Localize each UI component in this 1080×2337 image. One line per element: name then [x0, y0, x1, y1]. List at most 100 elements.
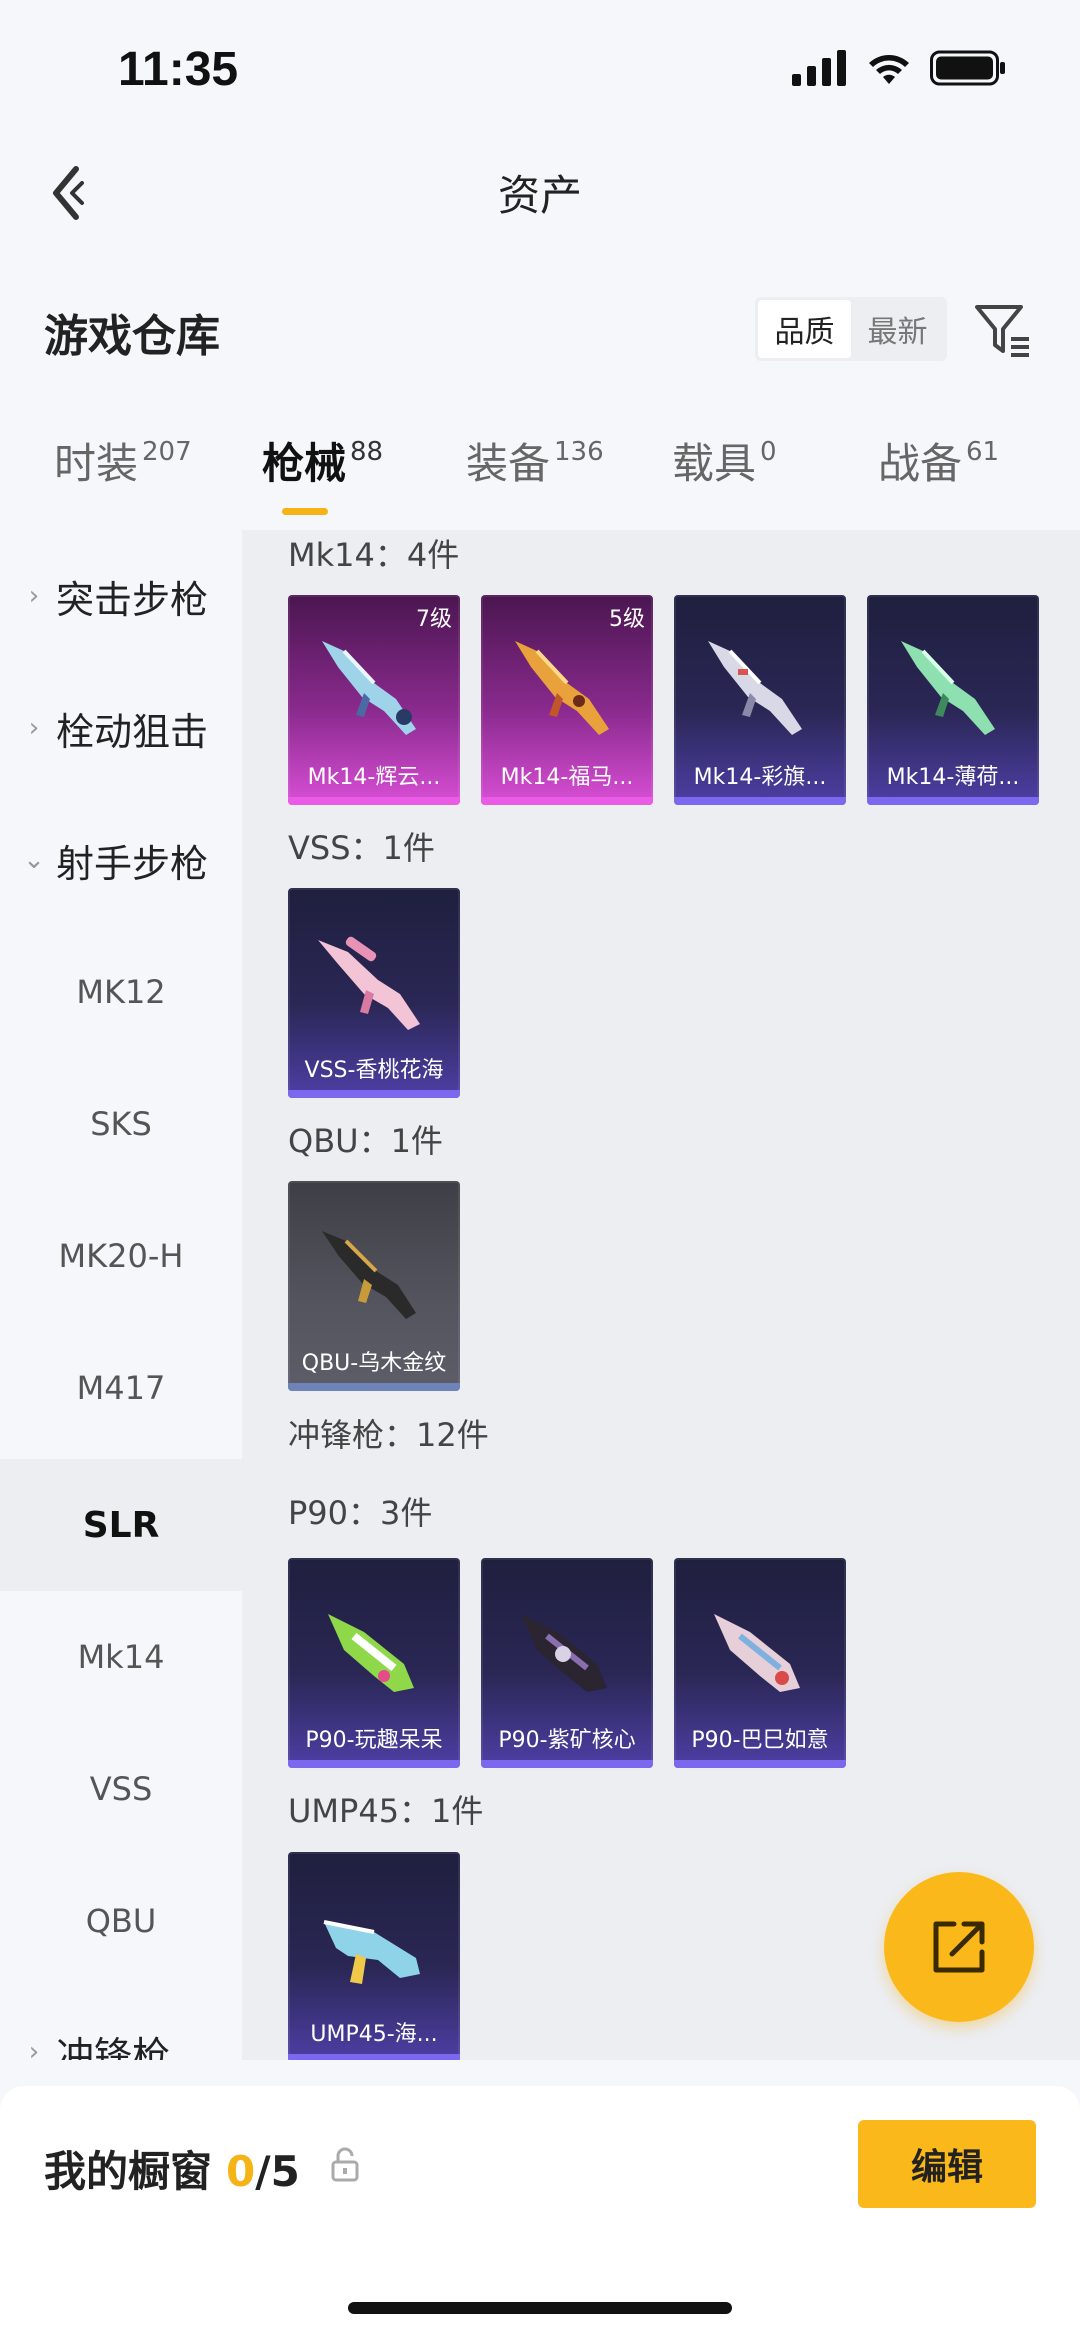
tab-count: 0: [760, 437, 777, 467]
item-card[interactable]: 7级 Mk14-辉云...: [288, 595, 460, 805]
sidebar-item-label: 突击步枪: [56, 577, 209, 622]
sort-toggle: 品质 最新: [755, 297, 947, 361]
rifle-icon: [322, 1231, 416, 1319]
item-name: UMP45-海...: [310, 2022, 438, 2047]
lock-icon: [331, 2147, 359, 2182]
tab-count: 207: [142, 437, 192, 467]
share-icon: [933, 1921, 985, 1973]
section-title: Mk14：4件: [288, 536, 460, 574]
item-card[interactable]: VSS-香桃花海: [288, 888, 460, 1098]
item-card[interactable]: UMP45-海...: [288, 1852, 460, 2060]
rifle-icon: [708, 641, 802, 735]
sidebar-item-smg[interactable]: › 冲锋枪: [0, 1986, 242, 2061]
smg-icon: [328, 1614, 414, 1692]
edit-button[interactable]: 编辑: [858, 2120, 1036, 2208]
tab-firearms[interactable]: 枪械 88: [262, 430, 383, 491]
tab-combat-gear[interactable]: 战备 61: [878, 430, 999, 491]
tab-count: 88: [350, 437, 384, 467]
section-title: UMP45：1件: [288, 1792, 484, 1830]
active-tab-indicator: [282, 508, 328, 515]
tab-label: 装备: [466, 439, 551, 488]
tab-count: 61: [966, 437, 1000, 467]
smg-icon: [714, 1614, 800, 1692]
sort-option-quality[interactable]: 品质: [758, 300, 851, 358]
header: 资产: [0, 140, 1080, 250]
item-card[interactable]: QBU-乌木金纹: [288, 1181, 460, 1391]
showcase-count: 0/5: [226, 2147, 300, 2196]
filter-button[interactable]: [970, 298, 1036, 364]
tab-label: 战备: [878, 439, 963, 488]
chevron-down-icon: ⌄: [23, 845, 45, 875]
sidebar-item-label: 射手步枪: [56, 841, 209, 886]
category-sidebar: › 突击步枪 › 栓动狙击 ⌄ 射手步枪 MK12 SKS MK20-H M417 S…: [0, 530, 242, 2060]
chevron-right-icon: ›: [28, 713, 40, 743]
tab-equipment[interactable]: 装备 136: [466, 430, 604, 491]
sidebar-item-label: 冲锋枪: [56, 2033, 171, 2061]
category-tabs: 时装 207 枪械 88 装备 136 载具 0 战备 61: [0, 430, 1080, 530]
showcase-total: /5: [255, 2147, 300, 2196]
item-name: Mk14-彩旗...: [693, 765, 827, 790]
sidebar-item-m417[interactable]: M417: [0, 1322, 242, 1454]
item-grid-area: Mk14：4件 7级 Mk14-辉云... 5级 Mk14-福马... Mk14…: [242, 530, 1080, 2060]
section-title: P90：3件: [288, 1494, 433, 1532]
chevron-right-icon: ›: [28, 581, 40, 611]
item-card[interactable]: Mk14-彩旗...: [674, 595, 846, 805]
filter-icon: [975, 305, 1029, 357]
item-name: VSS-香桃花海: [304, 1058, 444, 1083]
sidebar-item-vss[interactable]: VSS: [0, 1723, 242, 1855]
sidebar-item-qbu[interactable]: QBU: [0, 1855, 242, 1987]
signal-icon: [792, 50, 846, 86]
item-card[interactable]: P90-紫矿核心: [481, 1558, 653, 1768]
status-bar: 11:35: [0, 0, 1080, 140]
sidebar-item-mk12[interactable]: MK12: [0, 926, 242, 1058]
section-title: VSS：1件: [288, 829, 435, 867]
item-card[interactable]: Mk14-薄荷...: [867, 595, 1039, 805]
sidebar-item-mk14[interactable]: Mk14: [0, 1591, 242, 1723]
tab-fashion[interactable]: 时装 207: [54, 430, 192, 491]
item-name: P90-巴巳如意: [691, 1728, 829, 1753]
item-name: P90-紫矿核心: [498, 1728, 636, 1753]
tab-label: 时装: [54, 439, 139, 488]
showcase-label: 我的橱窗 0/5: [44, 2138, 300, 2199]
item-name: Mk14-福马...: [500, 765, 634, 790]
item-name: Mk14-辉云...: [307, 765, 441, 790]
item-name: Mk14-薄荷...: [886, 765, 1020, 790]
rifle-icon: [318, 936, 420, 1030]
item-card[interactable]: P90-玩趣呆呆: [288, 1558, 460, 1768]
item-card[interactable]: 5级 Mk14-福马...: [481, 595, 653, 805]
showcase-current: 0: [226, 2147, 256, 2196]
tab-label: 载具: [672, 439, 757, 488]
sidebar-item-bolt-sniper[interactable]: › 栓动狙击: [0, 662, 242, 794]
smg-icon: [323, 1920, 420, 1984]
status-time: 11:35: [118, 43, 239, 96]
item-card[interactable]: P90-巴巳如意: [674, 1558, 846, 1768]
sidebar-item-marksman-rifle[interactable]: ⌄ 射手步枪: [0, 794, 242, 926]
chevron-right-icon: ›: [28, 2037, 40, 2060]
item-name: P90-玩趣呆呆: [305, 1728, 443, 1753]
rifle-icon: [322, 641, 416, 735]
battery-icon: [930, 50, 1005, 86]
sort-option-latest[interactable]: 最新: [851, 300, 944, 358]
warehouse-title: 游戏仓库: [44, 311, 220, 362]
rifle-icon: [901, 641, 995, 735]
assets-page: 11:35 资产 游戏仓库 品质 最新 时装 207 枪械 88 装备 136 …: [0, 0, 1080, 2337]
smg-icon: [521, 1614, 607, 1692]
sidebar-item-assault-rifle[interactable]: › 突击步枪: [0, 530, 242, 662]
page-title: 资产: [497, 171, 582, 220]
status-icons: [792, 50, 1006, 86]
item-name: QBU-乌木金纹: [301, 1351, 447, 1376]
rifle-icon: [515, 641, 609, 735]
tab-count: 136: [554, 437, 604, 467]
showcase-title: 我的橱窗: [44, 2147, 213, 2196]
tab-label: 枪械: [262, 439, 347, 488]
section-title: QBU：1件: [288, 1122, 443, 1160]
sidebar-item-mk20h[interactable]: MK20-H: [0, 1190, 242, 1322]
wifi-icon: [869, 55, 909, 84]
sidebar-item-sks[interactable]: SKS: [0, 1058, 242, 1190]
tab-vehicles[interactable]: 载具 0: [672, 430, 777, 491]
home-indicator: [348, 2302, 732, 2314]
showcase-bar: 我的橱窗 0/5 编辑: [0, 2086, 1080, 2337]
sidebar-item-slr[interactable]: SLR: [0, 1459, 242, 1591]
share-button[interactable]: [884, 1872, 1034, 2022]
section-title: 冲锋枪：12件: [288, 1416, 489, 1454]
